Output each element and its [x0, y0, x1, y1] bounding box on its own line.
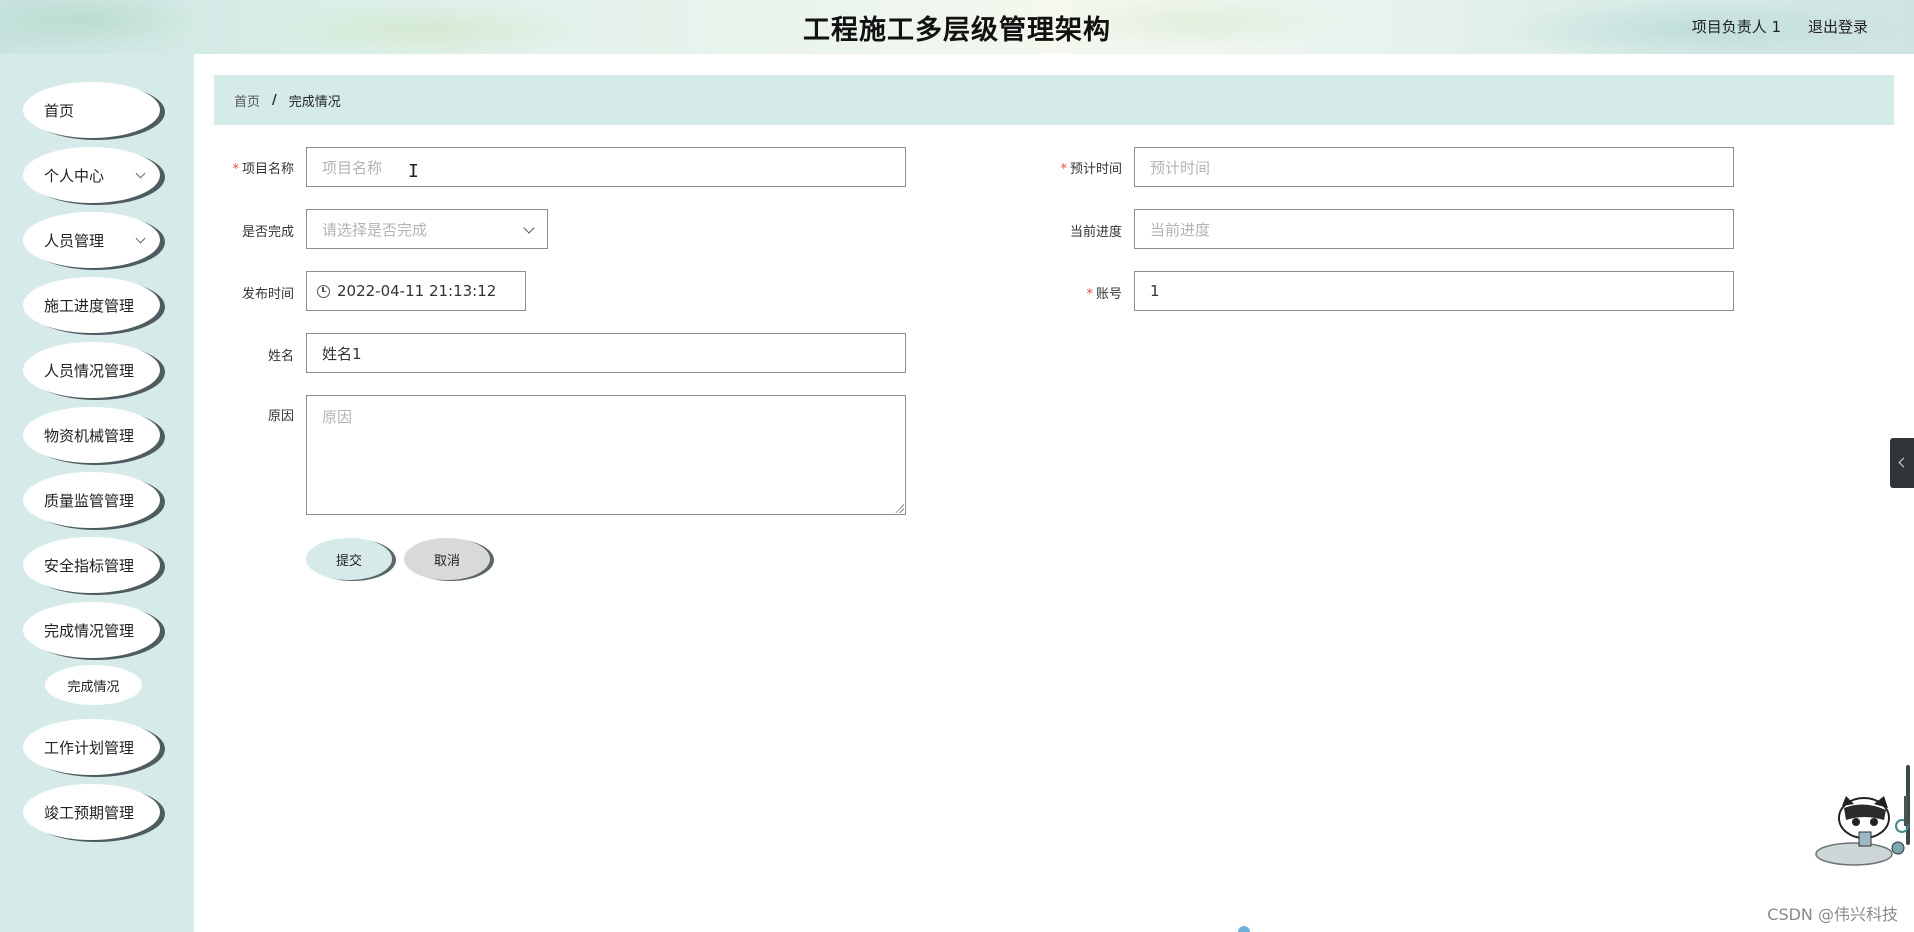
- required-mark: *: [1086, 287, 1093, 302]
- sidebar-item-label: 物资机械管理: [44, 426, 135, 445]
- watermark: CSDN @伟兴科技: [1767, 905, 1898, 924]
- sidebar-item-completion-forecast-management[interactable]: 竣工预期管理: [23, 784, 160, 840]
- is-completed-select[interactable]: 请选择是否完成: [306, 209, 548, 249]
- publish-time-value: 2022-04-11 21:13:12: [337, 282, 497, 300]
- resize-handle-icon[interactable]: [895, 504, 904, 513]
- estimated-time-label: * 预计时间: [1060, 162, 1122, 177]
- floating-dot: [1238, 926, 1250, 932]
- logout-link[interactable]: 退出登录: [1808, 16, 1868, 37]
- sidebar-item-safety-management[interactable]: 安全指标管理: [23, 537, 160, 593]
- sidebar-item-label: 人员情况管理: [44, 361, 135, 380]
- sidebar-item-label: 安全指标管理: [44, 556, 135, 575]
- required-mark: *: [1060, 162, 1067, 177]
- chevron-down-icon: [135, 168, 146, 179]
- current-progress-placeholder: 当前进度: [1150, 220, 1211, 239]
- sidebar-item-staff-management[interactable]: 人员管理: [23, 212, 160, 268]
- submenu-item-completion[interactable]: 完成情况: [45, 665, 142, 705]
- sidebar-item-home[interactable]: 首页: [23, 82, 160, 138]
- sidebar-item-label: 人员管理: [44, 231, 105, 250]
- sidebar-item-materials-management[interactable]: 物资机械管理: [23, 407, 160, 463]
- project-name-placeholder: 项目名称: [322, 158, 383, 177]
- sidebar-item-label: 施工进度管理: [44, 296, 135, 315]
- publish-time-label: 发布时间: [241, 287, 294, 302]
- breadcrumb: 首页 / 完成情况: [214, 75, 1894, 125]
- text-cursor-icon: I: [408, 161, 419, 182]
- sidebar-item-label: 竣工预期管理: [44, 803, 135, 822]
- project-name-input[interactable]: 项目名称: [306, 147, 906, 187]
- sidebar-item-personal-center[interactable]: 个人中心: [23, 147, 160, 203]
- sidebar-item-label: 工作计划管理: [44, 738, 135, 757]
- current-progress-label: 当前进度: [1069, 225, 1122, 240]
- is-completed-label: 是否完成: [241, 225, 294, 240]
- submenu-item-label: 完成情况: [67, 679, 120, 695]
- account-input[interactable]: 1: [1134, 271, 1734, 311]
- name-input[interactable]: 姓名1: [306, 333, 906, 373]
- current-progress-input[interactable]: 当前进度: [1134, 209, 1734, 249]
- cancel-button[interactable]: 取消: [404, 538, 490, 580]
- estimated-time-placeholder: 预计时间: [1150, 158, 1211, 177]
- chevron-down-icon: [135, 233, 146, 244]
- side-panel-toggle[interactable]: [1890, 438, 1914, 488]
- estimated-time-input[interactable]: 预计时间: [1134, 147, 1734, 187]
- breadcrumb-separator: /: [272, 92, 277, 108]
- clock-icon: [317, 284, 330, 298]
- sidebar-item-completion-management[interactable]: 完成情况管理: [23, 602, 160, 658]
- sidebar-item-staff-status-management[interactable]: 人员情况管理: [23, 342, 160, 398]
- reason-label: 原因: [267, 409, 294, 424]
- required-mark: *: [232, 162, 239, 177]
- app-title: 工程施工多层级管理架构: [803, 15, 1111, 46]
- account-label: * 账号: [1086, 287, 1122, 302]
- submit-button[interactable]: 提交: [306, 538, 392, 580]
- sidebar-item-label: 首页: [44, 101, 75, 120]
- sidebar-item-quality-management[interactable]: 质量监管管理: [23, 472, 160, 528]
- chevron-down-icon: [523, 222, 535, 234]
- sidebar-item-progress-management[interactable]: 施工进度管理: [23, 277, 160, 333]
- sidebar-item-label: 个人中心: [44, 166, 105, 185]
- account-value: 1: [1150, 282, 1160, 300]
- sidebar-item-label: 质量监管管理: [44, 491, 135, 510]
- header-banner: 工程施工多层级管理架构 项目负责人 1 退出登录: [0, 0, 1914, 54]
- project-name-label: * 项目名称: [232, 162, 294, 177]
- name-value: 姓名1: [322, 344, 362, 363]
- current-user: 项目负责人 1: [1691, 18, 1781, 36]
- reason-textarea[interactable]: 原因: [306, 395, 906, 515]
- name-label: 姓名: [267, 349, 294, 364]
- sidebar-item-work-plan-management[interactable]: 工作计划管理: [23, 719, 160, 775]
- is-completed-placeholder: 请选择是否完成: [322, 220, 428, 239]
- reason-placeholder: 原因: [322, 408, 353, 426]
- sidebar: 首页 个人中心 人员管理 施工进度管理 人员情况管理 物资机械管理 质量监管管理…: [0, 54, 194, 932]
- sidebar-item-label: 完成情况管理: [44, 621, 135, 640]
- publish-time-picker[interactable]: 2022-04-11 21:13:12: [306, 271, 526, 311]
- breadcrumb-current: 完成情况: [288, 94, 341, 110]
- mascot-cat-icon: [1815, 796, 1909, 866]
- breadcrumb-home-link[interactable]: 首页: [234, 91, 260, 110]
